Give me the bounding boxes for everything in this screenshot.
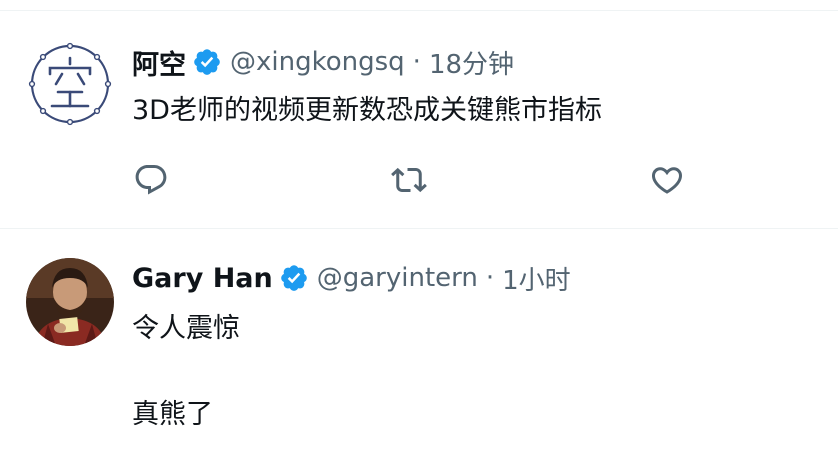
kong-logo-icon <box>27 41 113 127</box>
tweet-1[interactable]: 阿空 @xingkongsq · 18分钟 3D老师的视频更新数恐成关键熊市指标 <box>0 0 838 228</box>
reply-button[interactable] <box>131 160 171 200</box>
tweet-text: 3D老师的视频更新数恐成关键熊市指标 <box>132 95 602 126</box>
avatar[interactable] <box>26 258 114 346</box>
verified-badge-icon <box>279 263 309 293</box>
separator: · <box>412 47 421 77</box>
retweet-button[interactable] <box>389 160 429 200</box>
tweet-header: 阿空 @xingkongsq · 18分钟 <box>132 43 514 82</box>
verified-badge-icon <box>192 47 222 77</box>
tweet-text-line-1: 令人震惊 <box>132 313 240 344</box>
timestamp[interactable]: 18分钟 <box>429 44 514 81</box>
timeline: 阿空 @xingkongsq · 18分钟 3D老师的视频更新数恐成关键熊市指标 <box>0 0 838 464</box>
handle[interactable]: @xingkongsq <box>230 47 405 77</box>
timestamp[interactable]: 1小时 <box>502 260 571 297</box>
avatar[interactable] <box>26 40 114 128</box>
separator: · <box>485 263 495 293</box>
retweet-icon <box>391 167 427 193</box>
tweet-header: Gary Han @garyintern · 1小时 <box>132 260 571 296</box>
tweet-2[interactable]: Gary Han @garyintern · 1小时 令人震惊 真熊了 <box>0 229 838 464</box>
tweet-text-line-2: 真熊了 <box>132 399 213 430</box>
like-button[interactable] <box>647 160 687 200</box>
user-photo-icon <box>26 258 114 346</box>
reply-icon <box>135 165 167 195</box>
heart-icon <box>651 167 683 194</box>
handle[interactable]: @garyintern <box>317 263 478 293</box>
display-name[interactable]: 阿空 <box>132 43 186 82</box>
display-name[interactable]: Gary Han <box>132 263 273 294</box>
